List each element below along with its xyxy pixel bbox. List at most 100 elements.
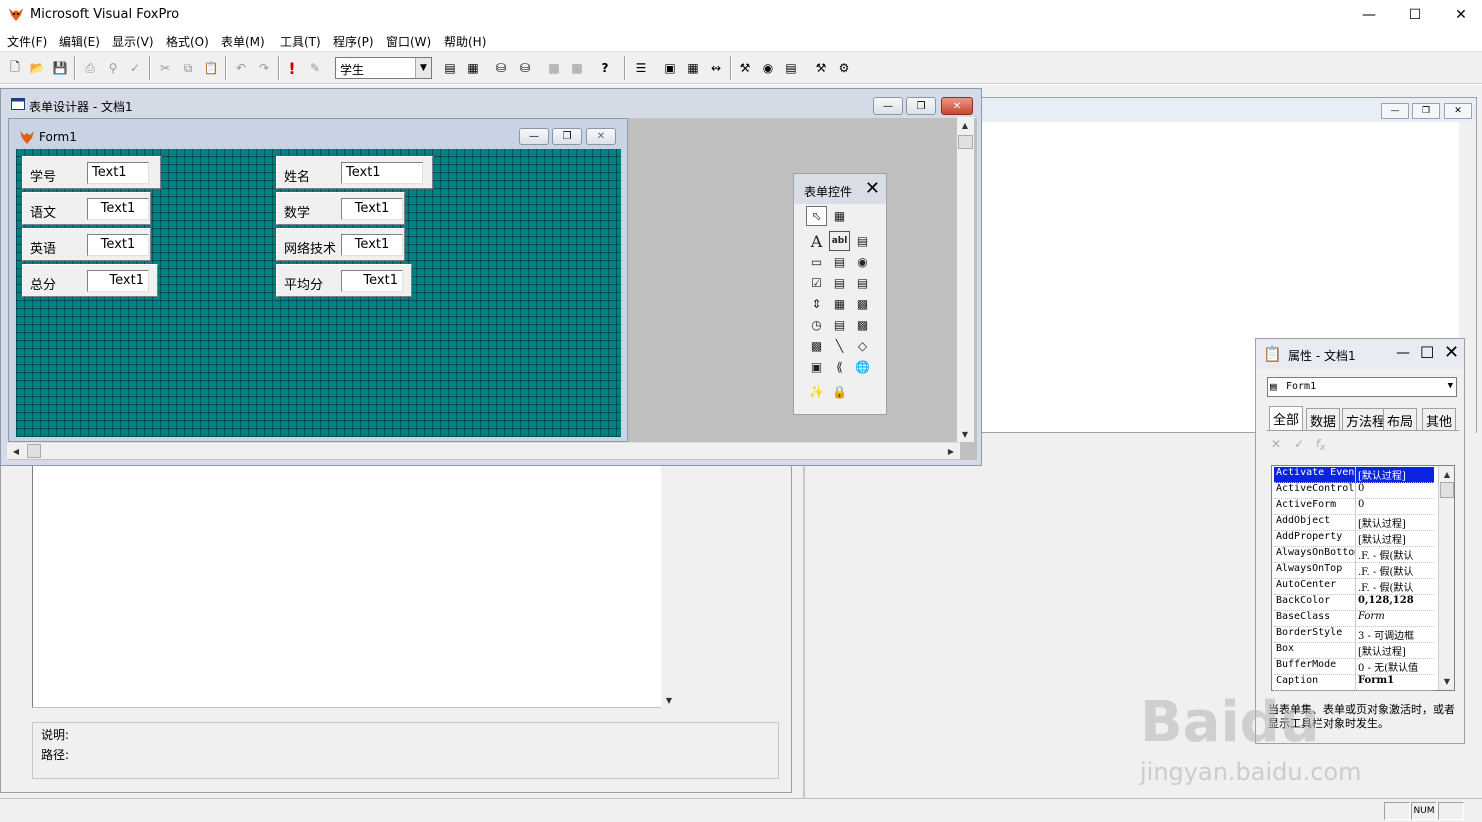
pageframe-tool-icon[interactable]: ▤ — [829, 315, 850, 335]
scroll-down-icon[interactable]: ▼ — [1439, 673, 1455, 689]
separator-tool-icon[interactable]: ⟪ — [829, 357, 850, 377]
menu-help[interactable]: 帮助(H) — [444, 33, 486, 50]
field-container[interactable]: 姓名 Text1 — [276, 156, 433, 189]
save-icon[interactable]: 💾 — [49, 57, 71, 79]
minimize-icon[interactable]: — — [519, 128, 549, 145]
field-textbox[interactable]: Text1 — [87, 162, 149, 184]
form-wizard-icon[interactable]: ▩ — [543, 57, 565, 79]
property-row[interactable]: AddProperty [默认过程] — [1274, 531, 1434, 547]
minimize-icon[interactable]: — — [1396, 345, 1410, 361]
listbox-tool-icon[interactable]: ▤ — [852, 273, 873, 293]
modify-icon[interactable]: ✎ — [304, 57, 326, 79]
shape-tool-icon[interactable]: ◇ — [852, 336, 873, 356]
menu-edit[interactable]: 编辑(E) — [59, 33, 100, 50]
property-row[interactable]: BackColor 0,128,128 — [1274, 595, 1434, 611]
chevron-down-icon[interactable]: ▼ — [1448, 381, 1453, 391]
new-file-icon[interactable]: 🗋 — [4, 57, 26, 79]
field-container[interactable]: 语文 Text1 — [22, 192, 151, 225]
menu-tools[interactable]: 工具(T) — [280, 33, 321, 50]
scroll-up-icon[interactable]: ▲ — [957, 117, 973, 133]
scroll-right-icon[interactable]: ▶ — [943, 443, 959, 459]
minimize-icon[interactable]: — — [873, 97, 903, 115]
grid-tool-icon[interactable]: ▦ — [829, 294, 850, 314]
function-icon[interactable]: fx — [1316, 437, 1325, 453]
hyperlink-tool-icon[interactable]: 🌐 — [852, 357, 873, 377]
label-tool-icon[interactable]: A — [806, 231, 827, 251]
cut-icon[interactable]: ✂ — [154, 57, 176, 79]
list-vertical-scrollbar[interactable]: ▼ — [661, 462, 678, 708]
minimize-button[interactable]: — — [1346, 0, 1392, 30]
ole-bound-tool-icon[interactable]: ▩ — [806, 336, 827, 356]
property-grid[interactable]: Activate Event [默认过程] ActiveControl 0 Acti… — [1271, 465, 1455, 691]
close-icon[interactable]: ✕ — [941, 97, 973, 115]
chevron-down-icon[interactable]: ▼ — [415, 58, 431, 78]
container-tool-icon[interactable]: ▣ — [806, 357, 827, 377]
property-row[interactable]: AutoCenter .F. - 假(默认 — [1274, 579, 1434, 595]
tab-all[interactable]: 全部 — [1269, 406, 1304, 430]
property-row[interactable]: Activate Event [默认过程] — [1274, 467, 1434, 483]
editbox-tool-icon[interactable]: ▤ — [852, 231, 873, 251]
code-window-icon[interactable]: ↭ — [705, 57, 727, 79]
field-textbox[interactable]: Text1 — [87, 270, 149, 292]
property-row[interactable]: BorderStyle 3 - 可调边框 — [1274, 627, 1434, 643]
close-icon[interactable]: ✕ — [865, 180, 880, 198]
restore-icon[interactable]: ❐ — [906, 97, 936, 115]
select-pointer-icon[interactable]: ⬁ — [806, 206, 827, 226]
property-row[interactable]: Box [默认过程] — [1274, 643, 1434, 659]
menu-view[interactable]: 显示(V) — [112, 33, 154, 50]
field-container[interactable]: 数学 Text1 — [276, 192, 405, 225]
properties-window-icon[interactable]: ▦ — [682, 57, 704, 79]
object-selector[interactable]: ▤ Form1 ▼ — [1267, 377, 1457, 397]
tab-other[interactable]: 其他 — [1422, 408, 1457, 430]
command-button-tool-icon[interactable]: ▭ — [806, 252, 827, 272]
view-classes-icon[interactable]: ▦ — [829, 206, 850, 226]
print-icon[interactable]: ⎙ — [79, 57, 101, 79]
field-textbox[interactable]: Text1 — [341, 270, 403, 292]
field-textbox[interactable]: Text1 — [341, 162, 423, 184]
close-button[interactable]: ✕ — [1438, 0, 1482, 30]
scrollbar-thumb[interactable] — [958, 135, 973, 149]
open-folder-icon[interactable]: 📂 — [26, 57, 48, 79]
color-palette-icon[interactable]: ◉ — [757, 57, 779, 79]
designer-vertical-scrollbar[interactable]: ▲ ▼ — [957, 117, 974, 442]
field-textbox[interactable]: Text1 — [341, 234, 403, 256]
scroll-up-icon[interactable]: ▲ — [1439, 466, 1455, 482]
scrollbar-thumb[interactable] — [27, 444, 41, 458]
property-row[interactable]: BaseClass Form — [1274, 611, 1434, 627]
database-combo[interactable]: 学生 ▼ — [335, 57, 432, 79]
field-container[interactable]: 平均分 Text1 — [276, 264, 412, 297]
property-row[interactable]: BufferMode 0 - 无(默认值 — [1274, 659, 1434, 675]
copy-icon[interactable]: ⧉ — [177, 57, 199, 79]
run-icon[interactable]: ! — [281, 57, 303, 79]
field-textbox[interactable]: Text1 — [341, 198, 403, 220]
option-group-tool-icon[interactable]: ◉ — [852, 252, 873, 272]
image-tool-icon[interactable]: ▩ — [852, 294, 873, 314]
close-icon[interactable]: ✕ — [1444, 342, 1459, 363]
data-environment-icon[interactable]: ▣ — [659, 57, 681, 79]
tab-methods[interactable]: 方法程 — [1342, 408, 1390, 430]
field-container[interactable]: 总分 Text1 — [22, 264, 158, 297]
form-canvas[interactable]: 学号 Text1 语文 Text1 英语 Text1 总分 Text1 姓名 T… — [16, 149, 621, 437]
designer-horizontal-scrollbar[interactable]: ◀ ▶ — [7, 442, 960, 459]
property-grid-scrollbar[interactable]: ▲ ▼ — [1438, 466, 1454, 690]
field-textbox[interactable]: Text1 — [87, 198, 149, 220]
field-container[interactable]: 网络技术 Text1 — [276, 228, 405, 261]
maximize-button[interactable]: ☐ — [1392, 0, 1438, 30]
property-row[interactable]: ActiveControl 0 — [1274, 483, 1434, 499]
command-group-tool-icon[interactable]: ▤ — [829, 252, 850, 272]
restore-icon[interactable]: ❐ — [552, 128, 582, 145]
redo-icon[interactable]: ↷ — [253, 57, 275, 79]
layout-toolbar-icon[interactable]: ▤ — [780, 57, 802, 79]
cancel-edit-icon[interactable]: ✕ — [1271, 437, 1281, 451]
button-lock-icon[interactable]: 🔒 — [829, 382, 850, 402]
timer-tool-icon[interactable]: ◷ — [806, 315, 827, 335]
scrollbar-thumb[interactable] — [1440, 482, 1454, 498]
scroll-down-icon[interactable]: ▼ — [661, 692, 677, 708]
form1-window[interactable]: Form1 — ❐ ✕ 学号 Text1 语文 Text1 英语 Text1 总… — [8, 118, 628, 442]
accept-edit-icon[interactable]: ✓ — [1294, 437, 1304, 451]
menu-file[interactable]: 文件(F) — [7, 33, 47, 50]
property-row[interactable]: AlwaysOnBottom .F. - 假(默认 — [1274, 547, 1434, 563]
database-icon[interactable]: ⛁ — [490, 57, 512, 79]
combobox-tool-icon[interactable]: ▤ — [829, 273, 850, 293]
property-row[interactable]: AddObject [默认过程] — [1274, 515, 1434, 531]
